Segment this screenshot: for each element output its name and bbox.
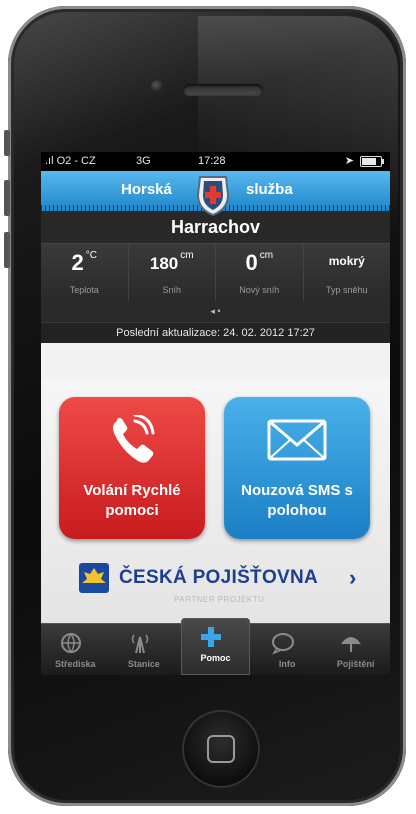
tab-label: Střediska [55, 659, 96, 669]
help-content: Volání Rychlé pomoci Nouzová SMS s polohou… [41, 379, 390, 624]
stat-value: 180 [149, 254, 179, 273]
mountain-rescue-logo [196, 176, 230, 217]
status-bar: .ıl O2 - CZ 3G 17:28 ➤ [41, 152, 390, 171]
header-title-right: služba [246, 181, 293, 198]
stat-unit: cm [259, 250, 274, 261]
stat-label: Typ sněhu [325, 285, 368, 295]
stat-value: 2 [71, 250, 84, 275]
call-button-line1: Volání Rychlé [83, 482, 181, 499]
partner-banner[interactable]: ČESKÁ POJIŠŤOVNA › PARTNER PROJEKTU [79, 559, 369, 611]
stat-temperature: 2 °C Teplota [41, 244, 129, 300]
stat-new-snow: 0 cm Nový sníh [216, 244, 304, 300]
front-camera [151, 80, 163, 92]
tab-bar: Střediska Stanice Pomoc Info Pojištění [41, 618, 390, 675]
app-header: Horská služba [41, 171, 390, 217]
stat-label: Teplota [69, 285, 99, 295]
tab-label: Stanice [127, 659, 160, 669]
plus-icon [201, 627, 222, 647]
tab-label: Pojištění [336, 659, 375, 669]
volume-up-button [4, 180, 10, 216]
stat-label: Nový sníh [239, 285, 280, 295]
network-label: 3G [136, 155, 151, 167]
mute-switch [4, 130, 10, 156]
app-screen: .ıl O2 - CZ 3G 17:28 ➤ Horská služba Har… [41, 152, 390, 675]
tab-strediska[interactable]: Střediska [41, 624, 110, 675]
location-pager-icon: ◂ • [210, 306, 221, 316]
sms-button-line2: polohou [267, 502, 327, 519]
phone-icon [113, 415, 155, 463]
call-button-line2: pomoci [105, 502, 159, 519]
partner-logo-icon [79, 563, 109, 593]
earpiece-speaker [183, 84, 263, 96]
globe-icon [61, 633, 81, 654]
battery-icon [360, 156, 384, 167]
stat-unit: cm [180, 250, 194, 261]
tab-label: Pomoc [200, 653, 231, 663]
header-title-left: Horská [121, 181, 172, 198]
tab-pojisteni[interactable]: Pojištění [321, 624, 390, 675]
tab-pomoc[interactable]: Pomoc [181, 618, 250, 675]
call-rescue-button[interactable]: Volání Rychlé pomoci [59, 397, 205, 539]
partner-subtitle: PARTNER PROJEKTU [174, 595, 265, 604]
stat-value: 0 [245, 250, 258, 275]
tab-info[interactable]: Info [253, 624, 322, 675]
home-square-icon [207, 735, 235, 763]
stat-label: Sníh [162, 285, 181, 295]
stat-unit: °C [85, 250, 97, 261]
stat-snow: 180 cm Sníh [129, 244, 216, 300]
envelope-icon [267, 419, 327, 461]
umbrella-icon [341, 637, 362, 652]
emergency-sms-button[interactable]: Nouzová SMS s polohou [224, 397, 370, 539]
chevron-right-icon: › [349, 565, 357, 590]
stats-row: 2 °C Teplota 180 cm Sníh 0 cm Nový sníh mok… [41, 243, 390, 300]
tab-label: Info [278, 659, 296, 669]
home-button[interactable] [182, 710, 260, 788]
stat-snow-type: mokrý Typ sněhu [304, 244, 391, 300]
carrier-label: .ıl O2 - CZ [45, 155, 96, 167]
page-indicator[interactable]: ◂ • [41, 300, 390, 322]
partner-name: ČESKÁ POJIŠŤOVNA [119, 567, 319, 588]
speech-bubble-icon [271, 633, 294, 655]
conditions-panel: Harrachov 2 °C Teplota 180 cm Sníh 0 cm Nov… [41, 211, 390, 343]
clock: 17:28 [198, 155, 226, 167]
volume-down-button [4, 232, 10, 268]
sms-button-line1: Nouzová SMS s [241, 482, 353, 499]
antenna-icon [131, 634, 148, 654]
tab-stanice[interactable]: Stanice [110, 624, 179, 675]
last-update: Poslední aktualizace: 24. 02. 2012 17:27 [41, 322, 390, 343]
location-arrow-icon: ➤ [344, 155, 354, 167]
stat-value: mokrý [328, 254, 365, 268]
